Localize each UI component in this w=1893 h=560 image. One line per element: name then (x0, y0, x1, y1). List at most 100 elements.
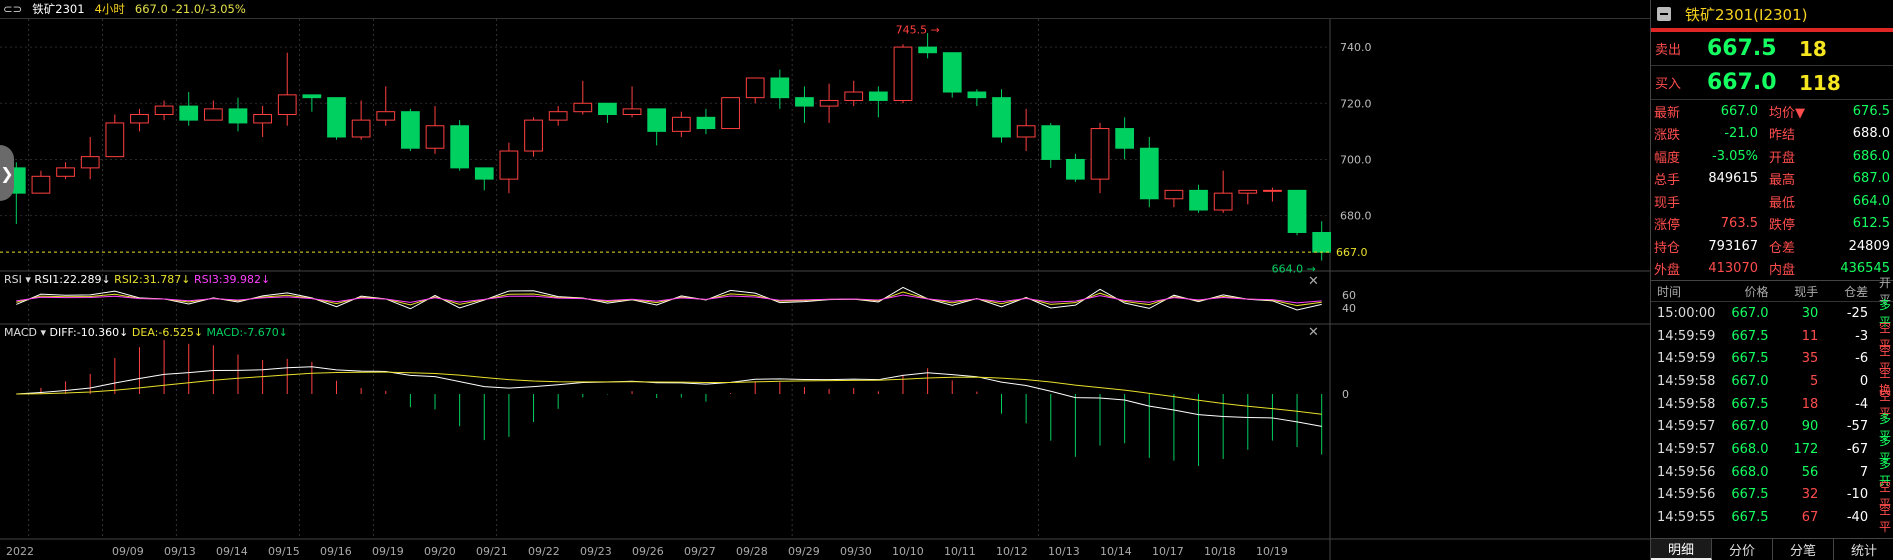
candle-body (548, 111, 568, 121)
candle-body (647, 108, 667, 132)
candle-body (598, 102, 617, 116)
candle-body (622, 108, 642, 116)
ticks-col-oi: 仓差 (1844, 284, 1869, 299)
date-label: 10/14 (1100, 545, 1132, 558)
candle-body (56, 167, 75, 177)
tick-price: 667.0 (1731, 305, 1769, 321)
stat-label: 涨停 (1654, 218, 1681, 234)
ask-row[interactable]: 卖出 667.5 18 (1651, 32, 1893, 66)
stat-value: 24809 (1848, 238, 1890, 254)
candle-body (499, 150, 519, 180)
tick-time: 14:59:56 (1657, 487, 1716, 503)
candle-body (130, 114, 149, 124)
candle-body (1164, 189, 1184, 200)
candle-body (351, 119, 371, 138)
candle-body (105, 122, 125, 158)
tick-price: 667.0 (1731, 419, 1769, 435)
tick-price: 668.0 (1731, 441, 1769, 457)
high-annotation: 745.5 → (896, 24, 940, 37)
expand-sidebar-button[interactable]: ❯ (0, 145, 14, 201)
stat-label: 最低 (1769, 195, 1796, 211)
stat-value: 688.0 (1852, 126, 1890, 142)
tick-type: 空平 (1878, 502, 1891, 534)
stats-row: 外盘 413070 内盘 436545 (1651, 258, 1893, 281)
tick-oi-change: -57 (1846, 419, 1869, 435)
tick-row: 14:59:55 667.5 67 -40 空平 (1651, 503, 1893, 534)
tick-oi-change: -4 (1855, 396, 1869, 412)
bid-price: 667.0 (1707, 70, 1777, 95)
tick-time: 14:59:58 (1657, 396, 1716, 412)
candle-body (203, 108, 223, 121)
tick-volume: 172 (1793, 441, 1819, 457)
tick-time: 15:00:00 (1657, 305, 1716, 321)
tick-oi-change: -40 (1846, 510, 1869, 526)
chevron-right-icon: ❯ (0, 163, 14, 183)
tick-volume: 5 (1810, 373, 1819, 389)
tick-row: 15:00:00 667.0 30 -25 多平 (1651, 298, 1893, 329)
candle-body (425, 125, 445, 149)
candle-body (893, 46, 913, 101)
tab-price-dist[interactable]: 分价 (1712, 539, 1773, 560)
tick-row: 14:59:56 668.0 56 7 多开 (1651, 457, 1893, 488)
date-label: 09/30 (840, 545, 872, 558)
price-tick: 740.0 (1340, 41, 1372, 54)
candle-body (474, 167, 494, 180)
candle-body (1115, 128, 1135, 149)
date-label: 09/26 (632, 545, 664, 558)
stat-label: 最高 (1769, 173, 1796, 189)
tick-oi-change: 7 (1859, 464, 1869, 480)
tick-oi-change: -25 (1846, 305, 1869, 321)
tab-trades[interactable]: 分笔 (1773, 539, 1834, 560)
stat-value: 763.5 (1720, 216, 1758, 232)
bid-row[interactable]: 买入 667.0 118 (1651, 66, 1893, 100)
chart-topbar: ⊂⊃ 铁矿2301 4小时 667.0 -21.0/-3.05% (0, 0, 1650, 19)
tick-time: 14:59:59 (1657, 351, 1716, 367)
stat-label: 昨结 (1769, 128, 1796, 144)
stat-value: 687.0 (1852, 171, 1890, 187)
stats-row: 总手 849615 最高 687.0 (1651, 168, 1893, 191)
diff-line (16, 366, 1322, 427)
tick-price: 668.0 (1731, 464, 1769, 480)
tick-time: 14:59:56 (1657, 464, 1716, 480)
date-label: 10/19 (1256, 545, 1288, 558)
stats-row: 幅度 -3.05% 开盘 686.0 (1651, 145, 1893, 168)
tick-oi-change: -67 (1846, 441, 1869, 457)
tick-time: 14:59:57 (1657, 441, 1716, 457)
candle-body (376, 111, 396, 121)
candle-body (721, 97, 740, 130)
stat-value: 612.5 (1852, 216, 1890, 232)
candle-body (179, 105, 199, 121)
tick-price: 667.5 (1731, 328, 1769, 344)
tick-row: 14:59:59 667.5 11 -3 空平 (1651, 321, 1893, 352)
chart-area[interactable]: ⊂⊃ 铁矿2301 4小时 667.0 -21.0/-3.05% 740.0 72… (0, 0, 1650, 560)
sidebar-header: 铁矿2301(I2301) (1651, 0, 1893, 32)
tab-detail[interactable]: 明细 (1651, 539, 1712, 560)
bid-label: 买入 (1655, 77, 1682, 92)
date-label: 09/19 (372, 545, 404, 558)
tick-oi-change: -10 (1846, 487, 1869, 503)
tick-price: 667.5 (1731, 396, 1769, 412)
stat-value: 686.0 (1852, 148, 1890, 164)
stats-row: 最新 667.0 均价▼ 676.5 (1651, 100, 1893, 123)
quote-sidebar: 铁矿2301(I2301) 卖出 667.5 18 买入 667.0 118 最… (1650, 0, 1893, 560)
price-tick: 720.0 (1340, 97, 1372, 110)
date-label: 09/16 (320, 545, 352, 558)
candle-body (1139, 147, 1159, 200)
stats-row: 涨跌 -21.0 昨结 688.0 (1651, 123, 1893, 146)
kline-chart[interactable]: 740.0720.0700.0680.0667.0745.5 →664.0 →R… (0, 19, 1650, 560)
candle-body (745, 77, 765, 99)
tick-row: 14:59:57 668.0 172 -67 多平 (1651, 434, 1893, 465)
candle-body (967, 91, 987, 99)
date-label: 09/13 (164, 545, 196, 558)
rsi-legend: RSI ▾ RSI1:22.289↓ RSI2:31.787↓ RSI3:39.… (4, 273, 270, 286)
symbol-label[interactable]: 铁矿2301 (32, 1, 84, 17)
tab-stats[interactable]: 统计 (1834, 539, 1893, 560)
period-selector[interactable]: 4小时 (95, 1, 125, 17)
ask-volume: 18 (1799, 36, 1827, 61)
link-icon[interactable]: ⊂⊃ (3, 2, 22, 16)
minimize-icon[interactable] (1657, 7, 1671, 21)
stat-label: 幅度 (1654, 150, 1681, 166)
stat-label: 开盘 (1769, 150, 1796, 166)
rsi-level: 40 (1342, 302, 1356, 315)
tick-row: 14:59:57 667.0 90 -57 多平 (1651, 412, 1893, 443)
